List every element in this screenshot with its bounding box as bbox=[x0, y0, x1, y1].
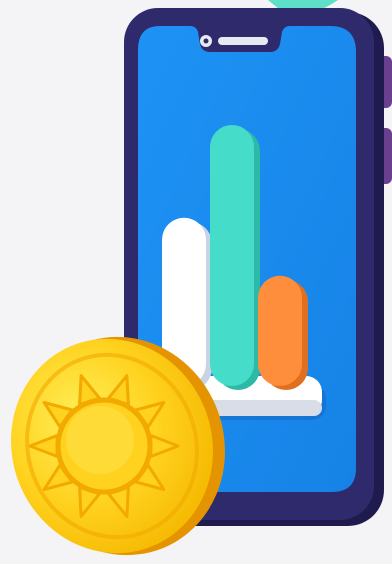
bar-orange bbox=[258, 275, 302, 386]
bar-teal bbox=[210, 125, 254, 386]
illustration-svg bbox=[11, 0, 392, 556]
phone-speaker bbox=[218, 37, 268, 45]
finance-illustration bbox=[0, 0, 392, 564]
